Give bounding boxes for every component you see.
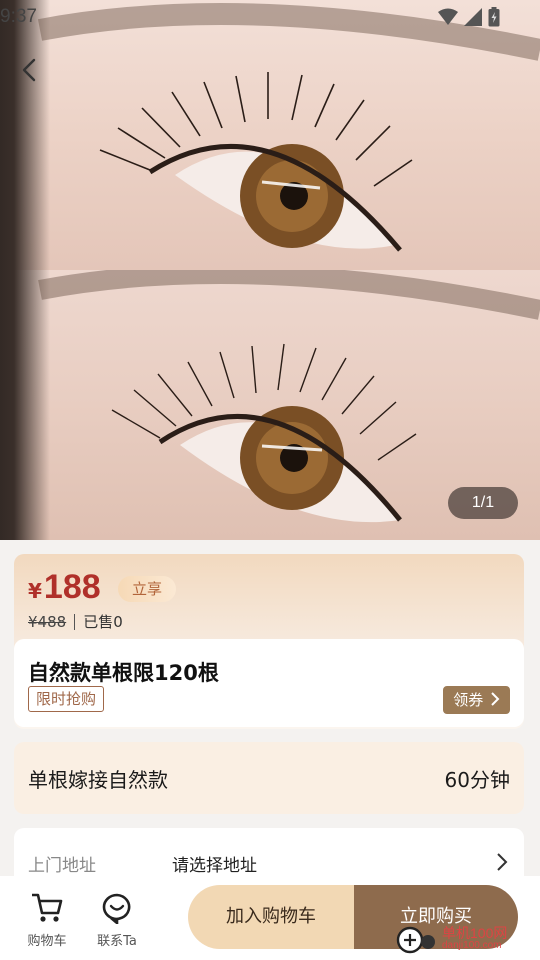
product-photo-before bbox=[0, 0, 540, 270]
chat-icon bbox=[102, 893, 131, 926]
get-coupon-button[interactable]: 领券 bbox=[443, 686, 510, 714]
wifi-icon bbox=[438, 8, 458, 25]
chevron-right-icon bbox=[497, 853, 508, 871]
sold-count: 已售0 bbox=[83, 613, 123, 631]
status-time: 9:37 bbox=[0, 6, 37, 27]
product-title: 自然款单根限120根 bbox=[28, 661, 219, 685]
service-name: 单根嫁接自然款 bbox=[28, 768, 168, 792]
cart-tab[interactable]: 购物车 bbox=[20, 892, 74, 949]
coupon-label: 领券 bbox=[453, 691, 484, 709]
product-title-card: 自然款单根限120根 限时抢购 领券 bbox=[14, 639, 524, 727]
status-bar: 9:37 bbox=[0, 0, 540, 36]
chevron-left-icon bbox=[22, 58, 36, 82]
watermark-logo-icon bbox=[396, 926, 435, 954]
address-label: 上门地址 bbox=[28, 856, 96, 876]
chevron-right-icon bbox=[491, 692, 500, 706]
watermark-text: 单机100网 bbox=[442, 924, 508, 941]
battery-icon bbox=[488, 7, 500, 27]
service-duration: 60分钟 bbox=[444, 768, 510, 792]
enjoy-badge: 立享 bbox=[118, 576, 177, 602]
back-button[interactable] bbox=[12, 52, 48, 88]
cart-label: 购物车 bbox=[27, 934, 67, 949]
watermark-url: danji100.com bbox=[442, 939, 502, 951]
cart-icon bbox=[32, 893, 63, 922]
add-to-cart-button[interactable]: 加入购物车 bbox=[188, 885, 354, 949]
currency-symbol: ¥ bbox=[28, 579, 42, 603]
service-card[interactable]: 单根嫁接自然款 60分钟 bbox=[14, 742, 524, 814]
divider bbox=[74, 613, 76, 630]
contact-label: 联系Ta bbox=[97, 934, 137, 949]
contact-tab[interactable]: 联系Ta bbox=[90, 892, 144, 949]
address-placeholder: 请选择地址 bbox=[172, 856, 257, 876]
flash-sale-tag: 限时抢购 bbox=[28, 686, 105, 712]
current-price: 188 bbox=[43, 568, 101, 606]
image-counter: 1/1 bbox=[448, 487, 518, 519]
product-image-gallery[interactable]: 9:37 1/1 bbox=[0, 0, 540, 540]
original-price: ¥488 bbox=[28, 612, 67, 631]
signal-icon bbox=[464, 8, 482, 26]
watermark: 单机100网 danji100.com bbox=[394, 918, 540, 958]
